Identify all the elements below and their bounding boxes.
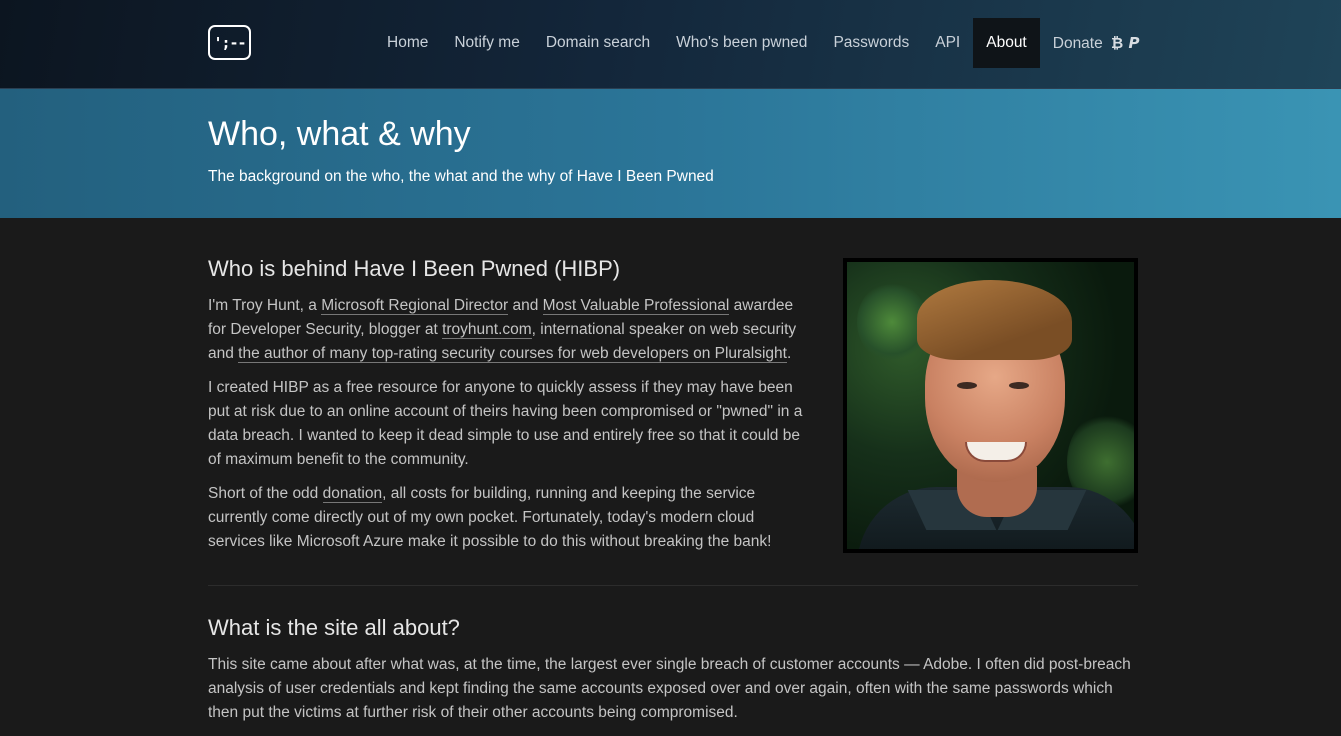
bitcoin-icon: ₿ bbox=[1111, 35, 1124, 52]
who-paragraph-3: Short of the odd donation, all costs for… bbox=[208, 482, 813, 554]
text-fragment: I'm Troy Hunt, a bbox=[208, 297, 322, 314]
site-logo[interactable]: ';-- bbox=[208, 25, 251, 60]
what-section: What is the site all about? This site ca… bbox=[208, 615, 1143, 735]
nav-item-about[interactable]: About bbox=[973, 18, 1040, 68]
author-photo bbox=[843, 258, 1138, 553]
what-heading: What is the site all about? bbox=[208, 615, 460, 640]
section-divider bbox=[208, 585, 1138, 586]
nav-item-domain-search[interactable]: Domain search bbox=[533, 18, 663, 68]
nav-item-notify-me[interactable]: Notify me bbox=[441, 18, 532, 68]
who-paragraph-2: I created HIBP as a free resource for an… bbox=[208, 379, 803, 468]
nav-item-home[interactable]: Home bbox=[374, 18, 441, 68]
what-paragraph-1: This site came about after what was, at … bbox=[208, 656, 1131, 721]
who-paragraph-1: I'm Troy Hunt, a Microsoft Regional Dire… bbox=[208, 294, 813, 366]
donation-link[interactable]: donation bbox=[322, 485, 383, 503]
pluralsight-link[interactable]: the author of many top-rating security c… bbox=[238, 345, 787, 363]
mvp-link[interactable]: Most Valuable Professional bbox=[542, 297, 730, 315]
paypal-icon: P bbox=[1128, 34, 1140, 52]
navbar: ';-- Home Notify me Domain search Who's … bbox=[0, 0, 1341, 89]
nav-item-donate[interactable]: Donate ₿ P bbox=[1040, 18, 1153, 68]
nav-menu: Home Notify me Domain search Who's been … bbox=[374, 18, 1152, 68]
text-fragment: and bbox=[508, 297, 543, 314]
who-heading: Who is behind Have I Been Pwned (HIBP) bbox=[208, 256, 621, 281]
nav-item-passwords[interactable]: Passwords bbox=[820, 18, 922, 68]
page-header: Who, what & why The background on the wh… bbox=[0, 89, 1341, 218]
page-subtitle: The background on the who, the what and … bbox=[208, 168, 714, 185]
nav-item-api[interactable]: API bbox=[922, 18, 973, 68]
page-title: Who, what & why bbox=[208, 115, 471, 153]
text-fragment: . bbox=[786, 345, 792, 362]
microsoft-rd-link[interactable]: Microsoft Regional Director bbox=[321, 297, 509, 315]
text-fragment: Short of the odd bbox=[208, 485, 323, 502]
who-section: Who is behind Have I Been Pwned (HIBP) I… bbox=[208, 256, 813, 564]
donate-label: Donate bbox=[1052, 35, 1103, 52]
nav-item-whos-been-pwned[interactable]: Who's been pwned bbox=[663, 18, 820, 68]
troyhunt-link[interactable]: troyhunt.com bbox=[442, 321, 532, 339]
